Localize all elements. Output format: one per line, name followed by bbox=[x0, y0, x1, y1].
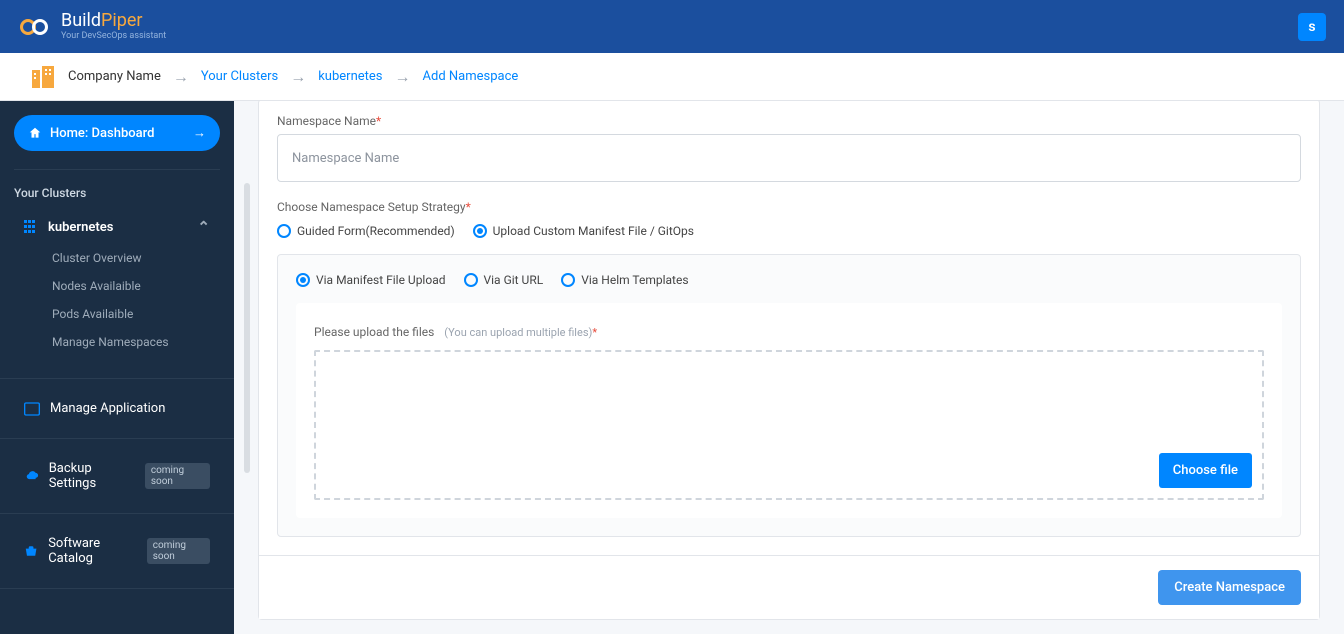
radio-via-git[interactable]: Via Git URL bbox=[464, 273, 544, 287]
arrow-right-icon: → bbox=[173, 67, 189, 87]
logo-text: BuildPiper Your DevSecOps assistant bbox=[61, 12, 166, 41]
radio-via-manifest[interactable]: Via Manifest File Upload bbox=[296, 273, 446, 287]
logo-icon bbox=[18, 15, 53, 39]
upload-hint: (You can upload multiple files)* bbox=[444, 326, 597, 339]
sidebar: Home: Dashboard → Your Clusters kubernet… bbox=[0, 101, 234, 634]
sidebar-item-kubernetes[interactable]: kubernetes ⌃ bbox=[0, 210, 234, 244]
radio-icon bbox=[277, 224, 291, 238]
strategy-label: Choose Namespace Setup Strategy* bbox=[277, 200, 1301, 214]
choose-file-button[interactable]: Choose file bbox=[1159, 453, 1252, 488]
sidebar-sub-pods[interactable]: Pods Availaible bbox=[0, 300, 234, 328]
breadcrumb-add-namespace[interactable]: Add Namespace bbox=[423, 69, 519, 84]
radio-icon bbox=[464, 273, 478, 287]
sidebar-sub-cluster-overview[interactable]: Cluster Overview bbox=[0, 244, 234, 272]
top-header: BuildPiper Your DevSecOps assistant s bbox=[0, 0, 1344, 53]
coming-soon-badge: coming soon bbox=[147, 538, 210, 564]
user-avatar[interactable]: s bbox=[1298, 13, 1326, 41]
form-footer: Create Namespace bbox=[259, 555, 1319, 619]
logo[interactable]: BuildPiper Your DevSecOps assistant bbox=[18, 12, 166, 41]
sidebar-sub-manage-namespaces[interactable]: Manage Namespaces bbox=[0, 328, 234, 356]
sidebar-section-clusters: Your Clusters bbox=[0, 182, 234, 210]
breadcrumb: Company Name → Your Clusters → kubernete… bbox=[0, 53, 1344, 101]
coming-soon-badge: coming soon bbox=[145, 463, 210, 489]
file-dropzone[interactable]: Choose file bbox=[314, 350, 1264, 500]
home-dashboard-button[interactable]: Home: Dashboard → bbox=[14, 115, 220, 151]
sidebar-sub-nodes[interactable]: Nodes Availaible bbox=[0, 272, 234, 300]
breadcrumb-clusters[interactable]: Your Clusters bbox=[201, 69, 278, 84]
company-icon bbox=[30, 66, 56, 88]
sidebar-item-manage-application[interactable]: Manage Application bbox=[0, 397, 234, 420]
home-icon bbox=[28, 126, 42, 140]
radio-icon bbox=[296, 273, 310, 287]
sidebar-item-software-catalog[interactable]: Software Catalog coming soon bbox=[0, 532, 234, 570]
grid-icon bbox=[24, 220, 38, 234]
radio-guided-form[interactable]: Guided Form(Recommended) bbox=[277, 224, 455, 238]
radio-icon bbox=[561, 273, 575, 287]
catalog-icon bbox=[24, 544, 38, 558]
radio-icon bbox=[473, 224, 487, 238]
main-content: Namespace Name* Choose Namespace Setup S… bbox=[234, 101, 1344, 634]
breadcrumb-kubernetes[interactable]: kubernetes bbox=[318, 69, 382, 84]
upload-method-box: Via Manifest File Upload Via Git URL Via… bbox=[277, 254, 1301, 537]
radio-upload-manifest[interactable]: Upload Custom Manifest File / GitOps bbox=[473, 224, 694, 238]
namespace-name-input[interactable] bbox=[277, 134, 1301, 182]
sidebar-item-backup-settings[interactable]: Backup Settings coming soon bbox=[0, 457, 234, 495]
cloud-icon bbox=[24, 469, 39, 483]
radio-via-helm[interactable]: Via Helm Templates bbox=[561, 273, 688, 287]
chevron-up-icon: ⌃ bbox=[197, 218, 210, 236]
upload-files-label: Please upload the files bbox=[314, 325, 434, 339]
breadcrumb-company: Company Name bbox=[68, 69, 161, 84]
scrollbar[interactable] bbox=[244, 183, 250, 473]
application-icon bbox=[24, 402, 40, 416]
arrow-right-icon: → bbox=[193, 125, 206, 141]
arrow-right-icon: → bbox=[395, 67, 411, 87]
create-namespace-button[interactable]: Create Namespace bbox=[1158, 570, 1301, 605]
namespace-name-label: Namespace Name* bbox=[277, 114, 1301, 128]
arrow-right-icon: → bbox=[290, 67, 306, 87]
